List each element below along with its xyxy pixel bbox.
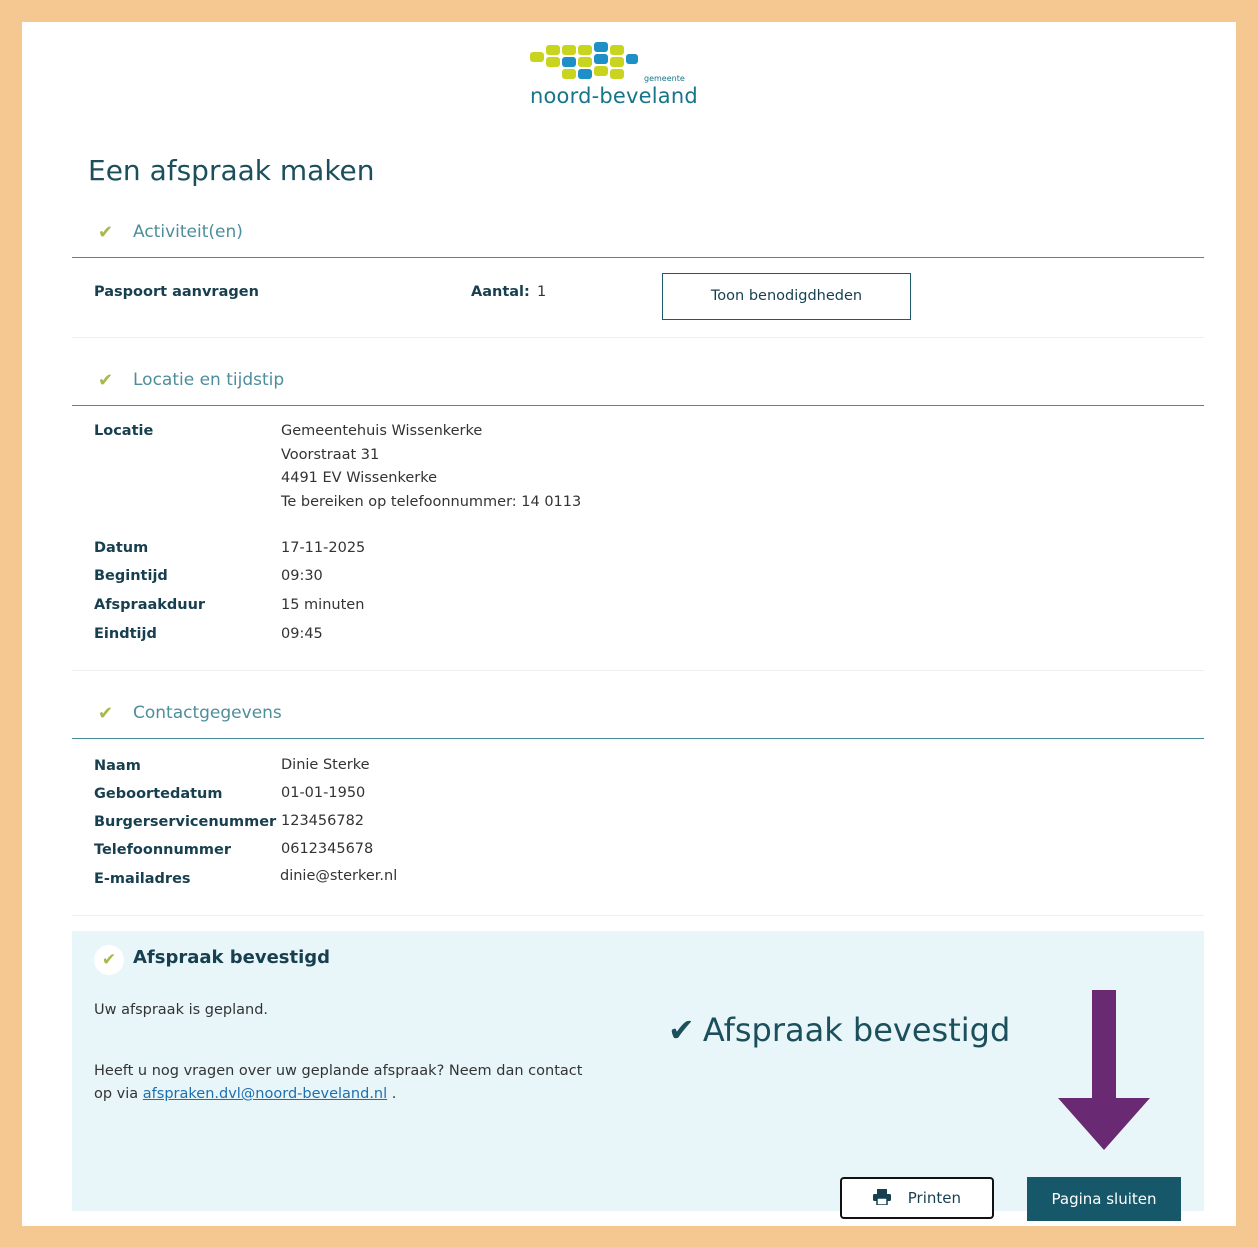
address-line: Te bereiken op telefoonnummer: 14 0113 xyxy=(281,493,582,510)
section-title: Activiteit(en) xyxy=(133,222,243,242)
checkmark-icon: ✔ xyxy=(94,945,124,975)
logo-text: noord-beveland xyxy=(530,84,698,108)
section-header-activities: ✔ Activiteit(en) xyxy=(72,210,1204,258)
big-confirmation-text: Afspraak bevestigd xyxy=(702,1011,1011,1049)
count-value: 1 xyxy=(537,284,547,300)
name-value: Dinie Sterke xyxy=(281,757,370,773)
checkmark-icon: ✔ xyxy=(98,703,114,724)
checkmark-icon: ✔ xyxy=(98,222,114,243)
confirmation-title: Afspraak bevestigd xyxy=(133,947,331,968)
printer-icon xyxy=(872,1189,896,1207)
date-label: Datum xyxy=(94,540,149,556)
count-label: Aantal: xyxy=(471,284,530,300)
checkmark-icon: ✔ xyxy=(98,370,114,391)
question-suffix: . xyxy=(387,1086,397,1102)
question-text: Heeft u nog vragen over uw geplande afsp… xyxy=(94,1060,634,1106)
section-divider xyxy=(72,915,1204,916)
print-label: Printen xyxy=(907,1189,962,1207)
bsn-label: Burgerservicenummer xyxy=(94,814,277,830)
section-divider xyxy=(72,337,1204,338)
close-page-button[interactable]: Pagina sluiten xyxy=(1027,1177,1181,1221)
page-title: Een afspraak maken xyxy=(88,154,375,187)
phone-value: 0612345678 xyxy=(281,841,374,857)
section-divider xyxy=(72,670,1204,671)
duration-value: 15 minuten xyxy=(281,597,365,613)
question-line: Heeft u nog vragen over uw geplande afsp… xyxy=(94,1063,583,1079)
location-address: Gemeentehuis Wissenkerke Voorstraat 31 4… xyxy=(281,420,581,514)
logo-mosaic xyxy=(530,42,638,79)
duration-label: Afspraakduur xyxy=(94,597,206,613)
phone-label: Telefoonnummer xyxy=(94,842,232,858)
municipality-logo: gemeente noord-beveland xyxy=(530,42,750,114)
big-confirmation: ✔ Afspraak bevestigd xyxy=(668,1011,1010,1049)
name-label: Naam xyxy=(94,758,141,774)
address-line: 4491 EV Wissenkerke xyxy=(281,470,438,486)
address-line: Gemeentehuis Wissenkerke xyxy=(281,423,483,439)
checkmark-icon: ✔ xyxy=(668,1011,695,1049)
question-prefix: op via xyxy=(94,1086,143,1102)
email-value: dinie@sterker.nl xyxy=(280,868,398,884)
section-title: Locatie en tijdstip xyxy=(133,370,285,390)
print-button[interactable]: Printen xyxy=(840,1177,994,1219)
birthdate-value: 01-01-1950 xyxy=(281,785,366,801)
bsn-value: 123456782 xyxy=(281,813,365,829)
show-requirements-button[interactable]: Toon benodigdheden xyxy=(662,273,911,320)
date-value: 17-11-2025 xyxy=(281,540,366,556)
activity-name: Paspoort aanvragen xyxy=(94,284,259,300)
start-time-value: 09:30 xyxy=(281,568,323,584)
section-title: Contactgegevens xyxy=(133,703,282,723)
birthdate-label: Geboortedatum xyxy=(94,786,223,802)
email-label: E-mailadres xyxy=(94,871,191,887)
end-time-label: Eindtijd xyxy=(94,626,157,642)
email-link[interactable]: afspraken.dvl@noord-beveland.nl xyxy=(143,1086,387,1102)
logo-subtitle: gemeente xyxy=(644,74,685,83)
end-time-value: 09:45 xyxy=(281,626,323,642)
start-time-label: Begintijd xyxy=(94,568,168,584)
section-header-contact: ✔ Contactgegevens xyxy=(72,691,1204,739)
address-line: Voorstraat 31 xyxy=(281,446,380,463)
section-header-location-time: ✔ Locatie en tijdstip xyxy=(72,358,1204,406)
down-arrow-icon xyxy=(1058,990,1150,1150)
appointment-page: gemeente noord-beveland Een afspraak mak… xyxy=(22,22,1236,1226)
planned-text: Uw afspraak is gepland. xyxy=(94,1002,269,1018)
confirmation-panel: ✔ Afspraak bevestigd Uw afspraak is gepl… xyxy=(72,931,1204,1221)
location-label: Locatie xyxy=(94,423,154,439)
question-line: op via afspraken.dvl@noord-beveland.nl . xyxy=(94,1083,634,1106)
